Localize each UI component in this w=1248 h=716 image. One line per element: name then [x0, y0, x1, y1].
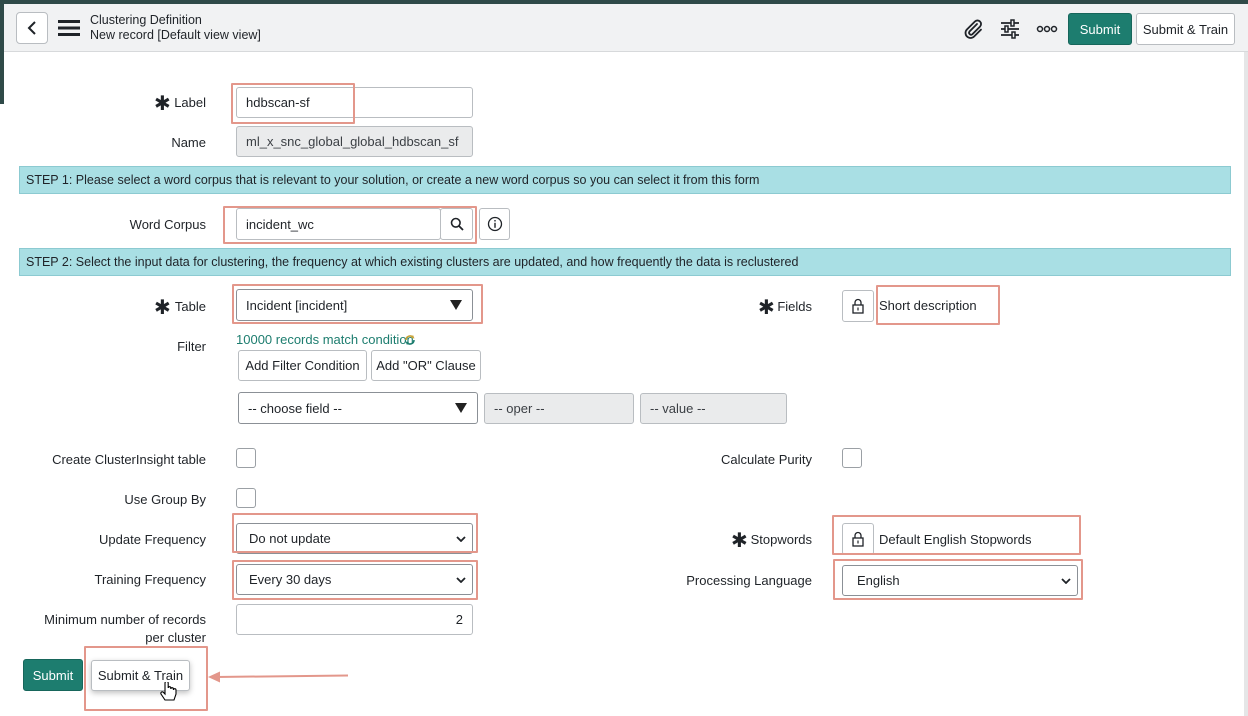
- hamburger-menu-icon[interactable]: [58, 18, 80, 38]
- title-block: Clustering Definition New record [Defaul…: [90, 13, 261, 43]
- highlight-box: [84, 646, 208, 711]
- add-or-clause-button[interactable]: Add "OR" Clause: [371, 350, 481, 381]
- paperclip-icon[interactable]: [962, 18, 984, 40]
- choose-field-select[interactable]: -- choose field --: [238, 392, 478, 424]
- header-submit-train-button[interactable]: Submit & Train: [1136, 13, 1235, 45]
- highlight-box: [232, 513, 478, 553]
- more-icon[interactable]: [1036, 18, 1058, 40]
- highlight-box: [231, 83, 355, 124]
- highlight-box: [833, 559, 1083, 600]
- value-input[interactable]: -- value --: [640, 393, 787, 424]
- highlight-box: [223, 206, 477, 244]
- name-field-label: Name: [171, 135, 206, 150]
- footer-submit-button[interactable]: Submit: [23, 659, 83, 691]
- arrow-left-icon: [208, 671, 349, 683]
- chevron-down-icon: [455, 403, 467, 413]
- highlight-box: [232, 560, 478, 600]
- refresh-icon[interactable]: [404, 334, 416, 346]
- fields-label: Fields: [777, 299, 812, 314]
- form-header: Clustering Definition New record [Defaul…: [4, 4, 1248, 52]
- sliders-icon[interactable]: [999, 18, 1021, 40]
- info-icon: [487, 216, 502, 232]
- calculate-purity-label: Calculate Purity: [720, 452, 812, 467]
- page-subtitle: New record [Default view view]: [90, 28, 261, 42]
- oper-select[interactable]: -- oper --: [484, 393, 634, 424]
- highlight-box: [832, 515, 1081, 555]
- lock-icon: [852, 298, 864, 314]
- calculate-purity-checkbox[interactable]: [842, 448, 862, 468]
- choose-field-value: -- choose field --: [248, 400, 342, 416]
- highlight-box: [876, 285, 1000, 325]
- step2-banner: STEP 2: Select the input data for cluste…: [19, 248, 1231, 276]
- filter-label: Filter: [177, 339, 206, 354]
- create-cluster-insight-label: Create ClusterInsight table: [52, 452, 206, 467]
- update-frequency-label: Update Frequency: [99, 532, 206, 547]
- label-field-label: Label: [174, 95, 206, 110]
- use-group-by-checkbox[interactable]: [236, 488, 256, 508]
- back-button[interactable]: [16, 12, 48, 44]
- page-title: Clustering Definition: [90, 13, 202, 27]
- min-records-input[interactable]: 2: [236, 604, 473, 635]
- records-match-link[interactable]: 10000 records match condition: [236, 332, 414, 347]
- training-frequency-label: Training Frequency: [94, 572, 206, 587]
- name-input[interactable]: ml_x_snc_global_global_hdbscan_sf: [236, 126, 473, 157]
- word-corpus-label: Word Corpus: [129, 217, 206, 232]
- min-records-label-line2: per cluster: [145, 630, 206, 645]
- scrollbar[interactable]: [1244, 52, 1248, 716]
- table-label: Table: [174, 299, 206, 314]
- fields-lock-button[interactable]: [842, 290, 874, 322]
- use-group-by-label: Use Group By: [124, 492, 206, 507]
- pointer-cursor-icon: [160, 682, 177, 701]
- word-corpus-info-button[interactable]: [479, 208, 510, 240]
- stopwords-label: Stopwords: [750, 532, 812, 547]
- step1-banner: STEP 1: Please select a word corpus that…: [19, 166, 1231, 194]
- add-filter-condition-button[interactable]: Add Filter Condition: [238, 350, 367, 381]
- processing-language-label: Processing Language: [686, 573, 812, 588]
- min-records-label-line1: Minimum number of records: [44, 612, 206, 627]
- create-cluster-insight-checkbox[interactable]: [236, 448, 256, 468]
- back-icon: [27, 21, 36, 35]
- highlight-box: [232, 284, 483, 324]
- header-submit-button[interactable]: Submit: [1068, 13, 1132, 45]
